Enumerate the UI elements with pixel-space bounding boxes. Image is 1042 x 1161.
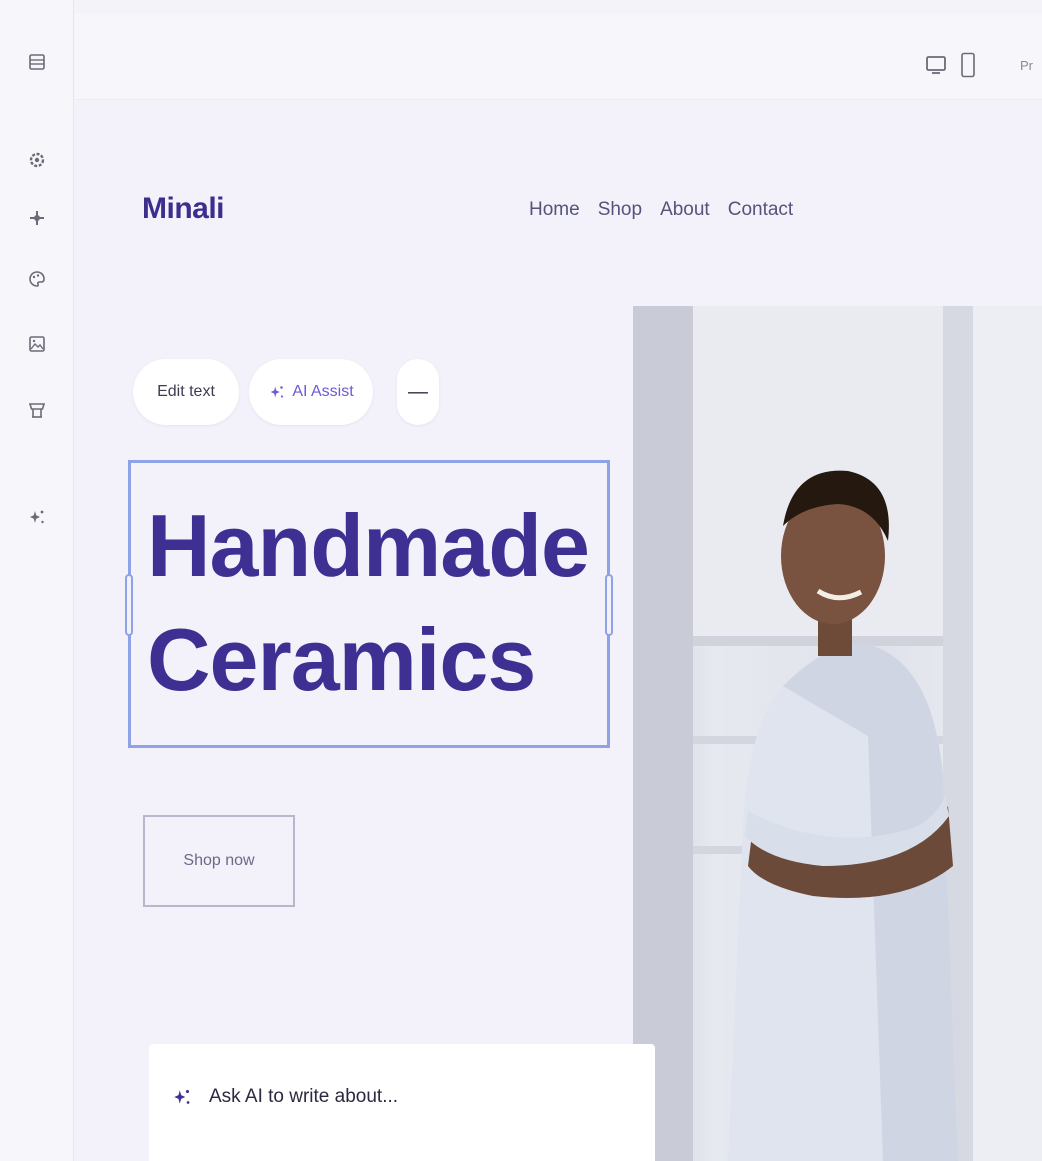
desktop-icon[interactable] xyxy=(923,50,949,80)
hero-photo-illustration xyxy=(633,306,1042,1161)
gear-icon[interactable] xyxy=(24,147,50,173)
hero-photo[interactable] xyxy=(633,306,1042,1161)
editor-canvas[interactable]: Minali Home Shop About Contact Edit text… xyxy=(75,101,1042,1161)
resize-handle-left[interactable] xyxy=(125,574,133,636)
ai-assist-label: AI Assist xyxy=(292,383,354,400)
resize-handle-right[interactable] xyxy=(605,574,613,636)
image-icon[interactable] xyxy=(24,331,50,357)
nav-about[interactable]: About xyxy=(660,199,710,221)
hamburger-menu-icon[interactable] xyxy=(24,49,50,75)
ai-assist-button[interactable]: AI Assist xyxy=(249,359,373,425)
top-bar: Pr xyxy=(75,14,1042,100)
nav-shop[interactable]: Shop xyxy=(598,199,642,221)
ask-ai-input[interactable]: Ask AI to write about... xyxy=(171,1086,398,1108)
website-editor: Pr Minali Home Shop About Contact Edit t… xyxy=(0,0,1042,1161)
mobile-icon[interactable] xyxy=(957,50,979,80)
nav-home[interactable]: Home xyxy=(529,199,580,221)
shop-now-button[interactable]: Shop now xyxy=(143,815,295,907)
ai-sparkle-icon[interactable] xyxy=(24,504,50,530)
site-nav: Home Shop About Contact xyxy=(529,199,793,221)
hero-headline[interactable]: Handmade Ceramics xyxy=(147,489,590,717)
ask-ai-box[interactable]: Ask AI to write about... xyxy=(149,1044,655,1161)
topbar-label[interactable]: Pr xyxy=(1020,58,1033,73)
edit-text-button[interactable]: Edit text xyxy=(133,359,239,425)
headline-line-2: Ceramics xyxy=(147,610,536,709)
headline-line-1: Handmade xyxy=(147,496,590,595)
nav-contact[interactable]: Contact xyxy=(728,199,793,221)
headline-selection-box[interactable]: Handmade Ceramics xyxy=(125,460,613,748)
site-brand[interactable]: Minali xyxy=(142,192,225,226)
ai-sparkle-icon xyxy=(271,386,284,398)
store-icon[interactable] xyxy=(24,397,50,423)
more-options-button[interactable]: — xyxy=(397,359,439,425)
ask-ai-placeholder: Ask AI to write about... xyxy=(209,1086,399,1107)
left-rail xyxy=(0,0,74,1161)
ai-sparkle-icon xyxy=(174,1089,190,1104)
add-element-icon[interactable] xyxy=(24,205,50,231)
palette-icon[interactable] xyxy=(24,266,50,292)
